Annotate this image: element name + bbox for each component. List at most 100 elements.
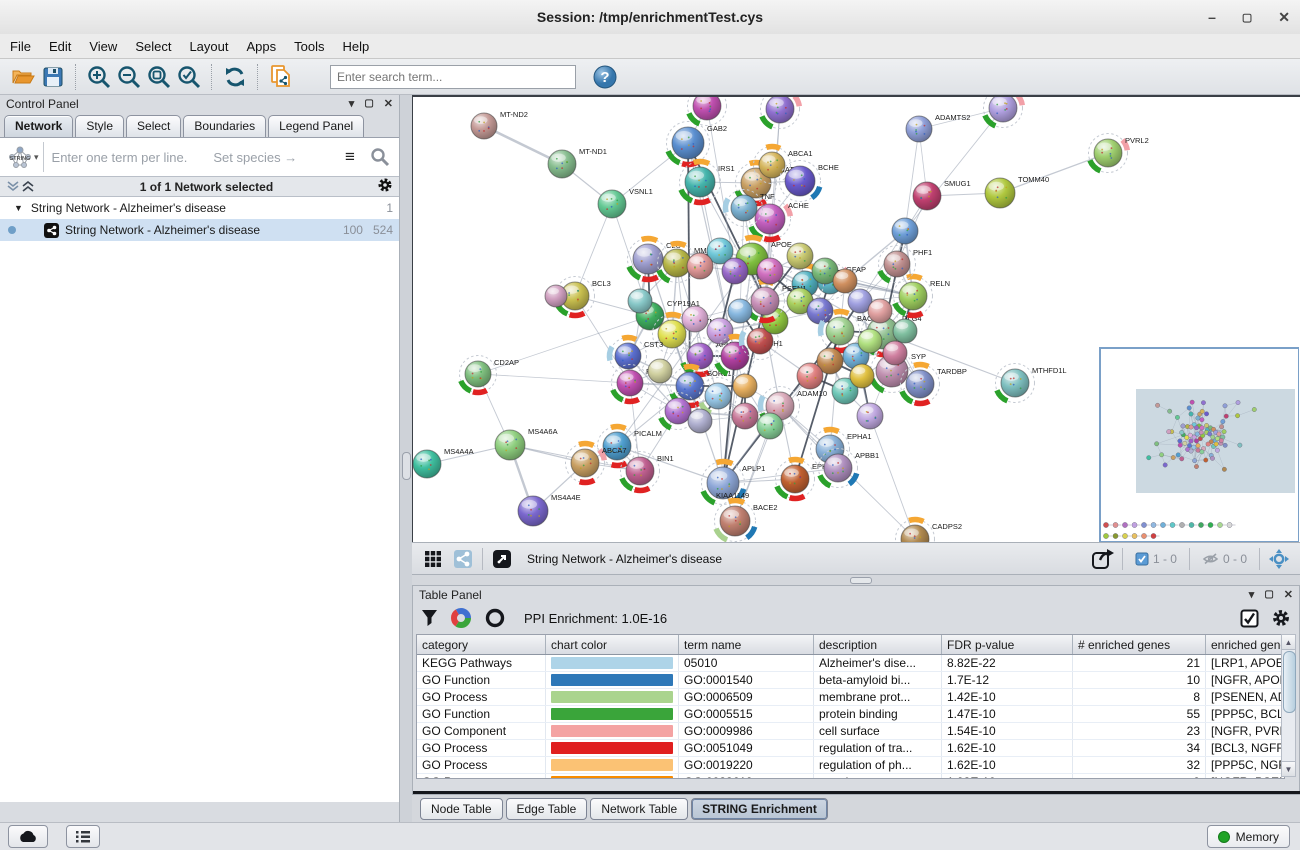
panel-splitter-vertical[interactable] [400, 95, 412, 822]
open-session-icon[interactable] [8, 62, 38, 92]
network-node-14[interactable] [545, 285, 567, 307]
table-settings-gear-icon[interactable] [1271, 608, 1291, 628]
network-node-45[interactable] [682, 306, 708, 332]
menu-view[interactable]: View [89, 39, 117, 54]
enrichment-chart-icon[interactable] [450, 607, 472, 629]
string-search-icon[interactable] [365, 142, 395, 172]
zoom-out-icon[interactable] [114, 62, 144, 92]
network-node-PVRL2[interactable]: PVRL2 [1089, 134, 1149, 173]
table-row[interactable]: GO FunctionGO:0005515protein binding1.47… [417, 706, 1285, 723]
collection-expander-icon[interactable]: ▼ [14, 203, 23, 213]
maximize-button[interactable]: ▢ [1242, 11, 1252, 24]
network-node-BACE2[interactable]: BACE2 [715, 501, 778, 542]
network-node-ADAMTS2[interactable]: ADAMTS2 [906, 113, 970, 142]
network-node-83[interactable] [628, 289, 652, 313]
birdseye-overview[interactable] [1100, 348, 1299, 542]
network-node-75[interactable] [757, 258, 783, 284]
network-node-84[interactable] [728, 299, 752, 323]
network-node-66[interactable] [858, 329, 882, 353]
zoom-fit-icon[interactable] [144, 62, 174, 92]
tab-network-table[interactable]: Network Table [590, 798, 688, 820]
birdseye-navigator-icon[interactable] [1264, 544, 1294, 574]
network-node-73[interactable] [687, 253, 713, 279]
cloud-tasks-button[interactable] [8, 825, 48, 848]
filter-icon[interactable] [421, 609, 438, 627]
table-panel-menu-icon[interactable]: ▾ [1249, 588, 1255, 601]
network-node-40[interactable] [688, 97, 727, 126]
network-node-65[interactable] [850, 364, 874, 388]
refresh-icon[interactable] [220, 62, 250, 92]
network-node-52[interactable] [707, 318, 733, 344]
network-options-gear-icon[interactable] [377, 177, 393, 196]
tab-node-table[interactable]: Node Table [420, 798, 503, 820]
table-scrollbar[interactable]: ▲ ▼ [1281, 634, 1296, 777]
column-header-term-name[interactable]: term name [679, 635, 814, 655]
network-node-MT-ND1[interactable]: MT-ND1 [548, 147, 607, 178]
network-node-81[interactable] [893, 319, 917, 343]
network-node-TOMM40[interactable]: TOMM40 [985, 175, 1049, 208]
string-logo-icon[interactable]: STRING ▾ [4, 142, 44, 172]
network-row[interactable]: String Network - Alzheimer's disease 100… [0, 219, 399, 241]
export-network-icon[interactable] [1088, 544, 1118, 574]
network-node-MS4A6A[interactable]: MS4A6A [495, 427, 558, 460]
network-node-67[interactable] [700, 378, 737, 415]
menu-apps[interactable]: Apps [247, 39, 277, 54]
zoom-selected-icon[interactable] [174, 62, 204, 92]
network-node-80[interactable] [868, 299, 892, 323]
grid-view-icon[interactable] [418, 544, 448, 574]
network-collection-row[interactable]: ▼ String Network - Alzheimer's disease 1 [0, 197, 399, 219]
string-options-icon[interactable]: ≡ [335, 142, 365, 172]
network-node-62[interactable] [797, 363, 823, 389]
table-row[interactable]: GO ComponentGO:0009986cell surface1.54E-… [417, 723, 1285, 740]
scroll-thumb[interactable] [1283, 651, 1296, 713]
panel-menu-icon[interactable]: ▾ [349, 97, 355, 110]
table-panel-float-icon[interactable]: ▢ [1264, 589, 1273, 600]
save-session-icon[interactable] [38, 62, 68, 92]
scroll-up-icon[interactable]: ▲ [1282, 635, 1295, 650]
table-row[interactable]: KEGG Pathways05010Alzheimer's dise...8.8… [417, 655, 1285, 672]
network-node-GAB2[interactable]: GAB2 [667, 122, 728, 165]
network-node-41[interactable] [761, 97, 800, 129]
column-header-FDR-p-value[interactable]: FDR p-value [942, 635, 1073, 655]
network-node-BIN1[interactable]: BIN1 [621, 452, 674, 491]
network-node-71[interactable] [688, 409, 712, 433]
network-node-82[interactable] [883, 341, 907, 365]
expand-all-icon[interactable] [21, 180, 36, 193]
network-node-RELN[interactable]: RELN [894, 277, 951, 316]
column-header-chart-color[interactable]: chart color [546, 635, 679, 655]
menu-help[interactable]: Help [343, 39, 370, 54]
network-node-70[interactable] [733, 374, 757, 398]
copy-network-icon[interactable] [266, 62, 296, 92]
hsplitter-grip[interactable] [850, 577, 872, 584]
network-node-86[interactable] [892, 218, 918, 244]
minimize-button[interactable]: – [1208, 9, 1216, 25]
network-node-85[interactable] [857, 403, 883, 429]
network-node-CADPS2[interactable]: CADPS2 [896, 520, 963, 543]
panel-close-icon[interactable]: ✕ [384, 97, 393, 110]
network-node-68[interactable] [732, 403, 758, 429]
column-header--enriched-genes[interactable]: # enriched genes [1073, 635, 1206, 655]
close-button[interactable]: ✕ [1278, 9, 1290, 26]
detach-view-icon[interactable] [487, 544, 517, 574]
enrichment-table[interactable]: categorychart colorterm namedescriptionF… [416, 634, 1285, 779]
network-node-76[interactable] [787, 243, 813, 269]
menu-layout[interactable]: Layout [189, 39, 228, 54]
column-header-category[interactable]: category [417, 635, 546, 655]
network-node-CD2AP[interactable]: CD2AP [460, 356, 520, 393]
network-node-MS4A4E[interactable]: MS4A4E [518, 493, 581, 526]
network-node-MTHFD1L[interactable]: MTHFD1L [996, 364, 1067, 403]
network-view-canvas[interactable]: MT-ND2MT-ND1VSNL1GAB2IRS1CHATABCA1BCHEAC… [412, 95, 1300, 542]
menu-file[interactable]: File [10, 39, 31, 54]
tab-edge-table[interactable]: Edge Table [506, 798, 588, 820]
network-graph[interactable]: MT-ND2MT-ND1VSNL1GAB2IRS1CHATABCA1BCHEAC… [413, 97, 1299, 542]
select-rows-checkbox-icon[interactable] [1240, 609, 1259, 628]
network-node-42[interactable] [984, 97, 1023, 128]
scroll-down-icon[interactable]: ▼ [1282, 761, 1295, 776]
help-icon[interactable]: ? [590, 62, 620, 92]
collapse-all-icon[interactable] [6, 180, 21, 193]
table-row[interactable]: GO ProcessGO:0033619membrane prot...1.93… [417, 774, 1285, 780]
table-row[interactable]: GO FunctionGO:0001540beta-amyloid bi...1… [417, 672, 1285, 689]
tab-legend-panel[interactable]: Legend Panel [268, 115, 364, 137]
table-row[interactable]: GO ProcessGO:0051049regulation of tra...… [417, 740, 1285, 757]
menu-tools[interactable]: Tools [294, 39, 324, 54]
